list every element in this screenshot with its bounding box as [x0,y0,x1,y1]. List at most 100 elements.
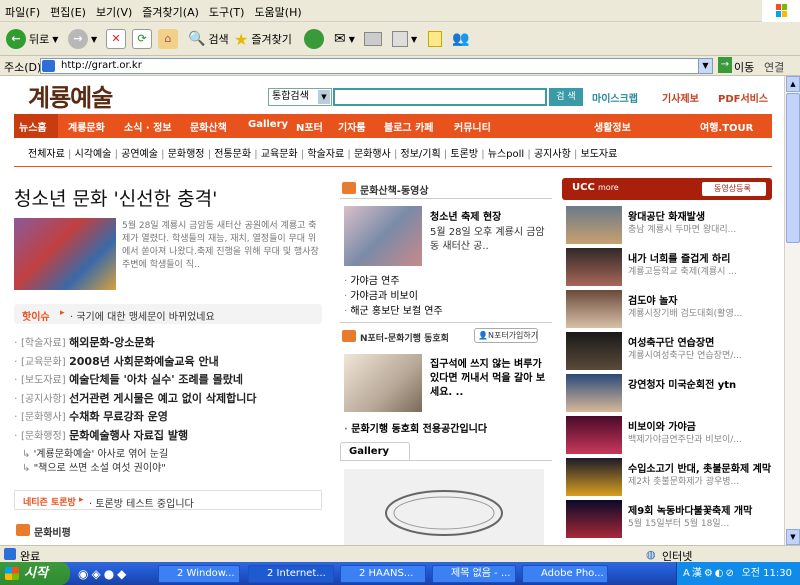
list-item[interactable]: · 가야금과 비보이 [344,287,550,302]
video-thumbnail[interactable] [344,206,422,266]
address-input[interactable]: http://grart.or.kr [40,58,713,74]
site-search-input[interactable] [333,88,547,106]
subnav-item[interactable]: 문화행정 [168,149,205,160]
list-item[interactable]: 검도야 놀자 계룡시장기배 검도대회(활영... [566,290,772,332]
search-category-select[interactable]: 통합검색 ▼ [268,88,332,106]
menu-favorites[interactable]: 즐겨찾기(A) [137,0,204,24]
task-haans[interactable]: 2 HAANS... [340,565,426,583]
quick-launch[interactable]: ◉◈●◆ [78,565,152,583]
mail-button[interactable]: ✉ ▼ [334,27,355,51]
subnav-item[interactable]: 시각예술 [75,149,112,160]
scroll-down-icon[interactable]: ▼ [786,529,800,545]
tab-gallery[interactable]: Gallery [340,442,410,460]
list-item[interactable]: 여성축구단 연습장면 계룡시여성축구단 연습장면/... [566,332,772,374]
my-scrap-link[interactable]: 마이스크랩 [592,90,638,105]
print-button[interactable] [364,27,382,51]
nporter-thumbnail[interactable] [344,354,422,412]
subnav-item[interactable]: 정보/기획 [401,149,441,160]
list-item[interactable]: 수입소고기 반대, 촛불문화제 계막 제2차 촛불문화제가 광우병... [566,458,772,500]
task-photoshop[interactable]: Adobe Pho... [522,565,608,583]
nav-community[interactable]: 커뮤니티 [454,119,491,134]
menu-file[interactable]: 파일(F) [0,0,45,24]
task-windows[interactable]: 2 Window... [158,565,240,583]
ucc-register-button[interactable]: 동영상등록 [702,182,766,196]
nav-news-home[interactable]: 뉴스홈 [14,114,58,138]
menu-view[interactable]: 보기(V) [91,0,137,24]
ucc-thumbnail[interactable] [566,458,622,496]
home-button[interactable]: ⌂ [158,27,178,51]
subnav-item[interactable]: 전체자료 [28,149,65,160]
list-item[interactable]: · [보도자료] 예술단체들 '아차 실수' 조례를 몰랐네 [14,371,324,390]
edit-button[interactable]: ▼ [392,27,417,51]
ucc-more-link[interactable]: more [598,183,619,192]
refresh-button[interactable]: ⟳ [132,27,152,51]
hot-issue-link[interactable]: · 국기에 대한 맹세문이 바뀌었네요 [70,308,215,323]
subnav-item[interactable]: 문화행사 [354,149,391,160]
list-item[interactable]: · [문화행정] 문화예술행사 자료집 발행 [14,427,324,446]
subnav-item[interactable]: 교육문화 [261,149,298,160]
subnav-item[interactable]: 뉴스poll [488,149,524,160]
menu-tools[interactable]: 도구(T) [204,0,250,24]
tray-icons[interactable]: A漢⚙◐⊘ [677,562,736,585]
nporter-join-button[interactable]: 👤N포터가입하기 [474,328,538,343]
subnav-item[interactable]: 공연예술 [121,149,158,160]
history-button[interactable] [304,27,324,51]
address-dropdown-icon[interactable]: ▼ [698,58,713,74]
nav-nporter[interactable]: N포터 [296,119,323,134]
nporter-link[interactable]: · 문화기행 동호회 전용공간입니다 [344,420,550,435]
nav-travel[interactable]: 여행.TOUR [700,119,753,134]
nav-culture-walk[interactable]: 문화산책 [190,119,227,134]
vertical-scrollbar[interactable]: ▲ ▼ [784,76,800,545]
list-item[interactable]: · [학술자료] 해외문화-앙소문화 [14,334,324,353]
list-item[interactable]: 왕대공단 화재발생 충남 계룡시 두마면 왕대리... [566,206,772,248]
forward-button[interactable]: → ▼ [68,27,97,51]
ucc-thumbnail[interactable] [566,206,622,244]
report-link[interactable]: 기사제보 [662,90,699,105]
nav-blog-cafe[interactable]: 블로그 카페 [384,119,433,134]
list-item[interactable]: 내가 너희를 즐겁게 하리 계룡고등학교 축제(계룡시 ... [566,248,772,290]
subnav-item[interactable]: 공지사항 [534,149,571,160]
section-title-video[interactable]: 문화산책-동영상 [360,182,429,197]
links-button[interactable]: 연결 [764,59,784,75]
gallery-image[interactable] [344,469,544,545]
scroll-thumb[interactable] [786,93,800,243]
nav-gyeryong-culture[interactable]: 계룡문화 [68,119,105,134]
start-button[interactable]: 시작 [0,562,70,585]
favorites-button[interactable]: ★ 즐겨찾기 [234,27,292,51]
stop-button[interactable]: ✕ [106,27,126,51]
menu-edit[interactable]: 편집(E) [45,0,91,24]
subnav-item[interactable]: 학술자료 [307,149,344,160]
list-item[interactable]: ↳ '계룡문화예술' 아사로 엮어 눈길 [14,445,324,459]
task-untitled[interactable]: 제목 없음 - ... [432,565,516,583]
nav-gallery[interactable]: Gallery [248,119,288,130]
list-item[interactable]: ↳ "책으로 쓰면 소설 여섯 권이야" [14,459,324,473]
ucc-thumbnail[interactable] [566,290,622,328]
subnav-item[interactable]: 전통문화 [214,149,251,160]
list-item[interactable]: · 가야금 연주 [344,272,550,287]
task-internet[interactable]: 2 Internet... [248,565,334,583]
site-logo[interactable]: 계룡예술 [28,78,113,113]
messenger-button[interactable]: 👥 [452,27,469,51]
scroll-up-icon[interactable]: ▲ [786,76,800,92]
list-item[interactable]: 제9회 녹동바다불꽃축제 개막 5월 15일부터 5월 18일... [566,500,772,542]
nav-reporter-room[interactable]: 기자룸 [338,119,366,134]
video-item-title[interactable]: 청소년 축제 현장 [430,208,501,223]
list-item[interactable]: · [문화행사] 수채화 무료강좌 운영 [14,408,324,427]
ucc-thumbnail[interactable] [566,416,622,454]
headline-photo[interactable] [14,218,116,290]
list-item[interactable]: · 해군 홍보단 보컬 연주 [344,302,550,317]
list-item[interactable]: · [교육문화] 2008년 사회문화예술교육 안내 [14,353,324,372]
headline-title[interactable]: 청소년 문화 '신선한 충격' [14,184,217,211]
nav-living-info[interactable]: 생활정보 [594,119,631,134]
ucc-thumbnail[interactable] [566,500,622,538]
site-search-button[interactable]: 검 색 [549,88,583,106]
ucc-thumbnail[interactable] [566,374,622,412]
video-item-body[interactable]: 5월 28일 오후 계룡시 금암동 새터산 공.. [430,226,548,254]
section-title-nporter[interactable]: N포터-문화기행 동호회 [360,331,449,344]
list-item[interactable]: 강연청자 미국순회전 ytn [566,374,772,416]
subnav-item[interactable]: 보도자료 [581,149,618,160]
pdf-service-link[interactable]: PDF서비스 [718,90,768,105]
headline-body[interactable]: 5월 28일 계룡시 금암동 새터산 공원에서 계룡고 축제가 열렸다. 학생들… [122,220,320,290]
nporter-item-body[interactable]: 집구석에 쓰지 않는 벼루가 있다면 꺼내서 먹을 갈아 보세요. .. [430,358,550,400]
ucc-thumbnail[interactable] [566,332,622,370]
